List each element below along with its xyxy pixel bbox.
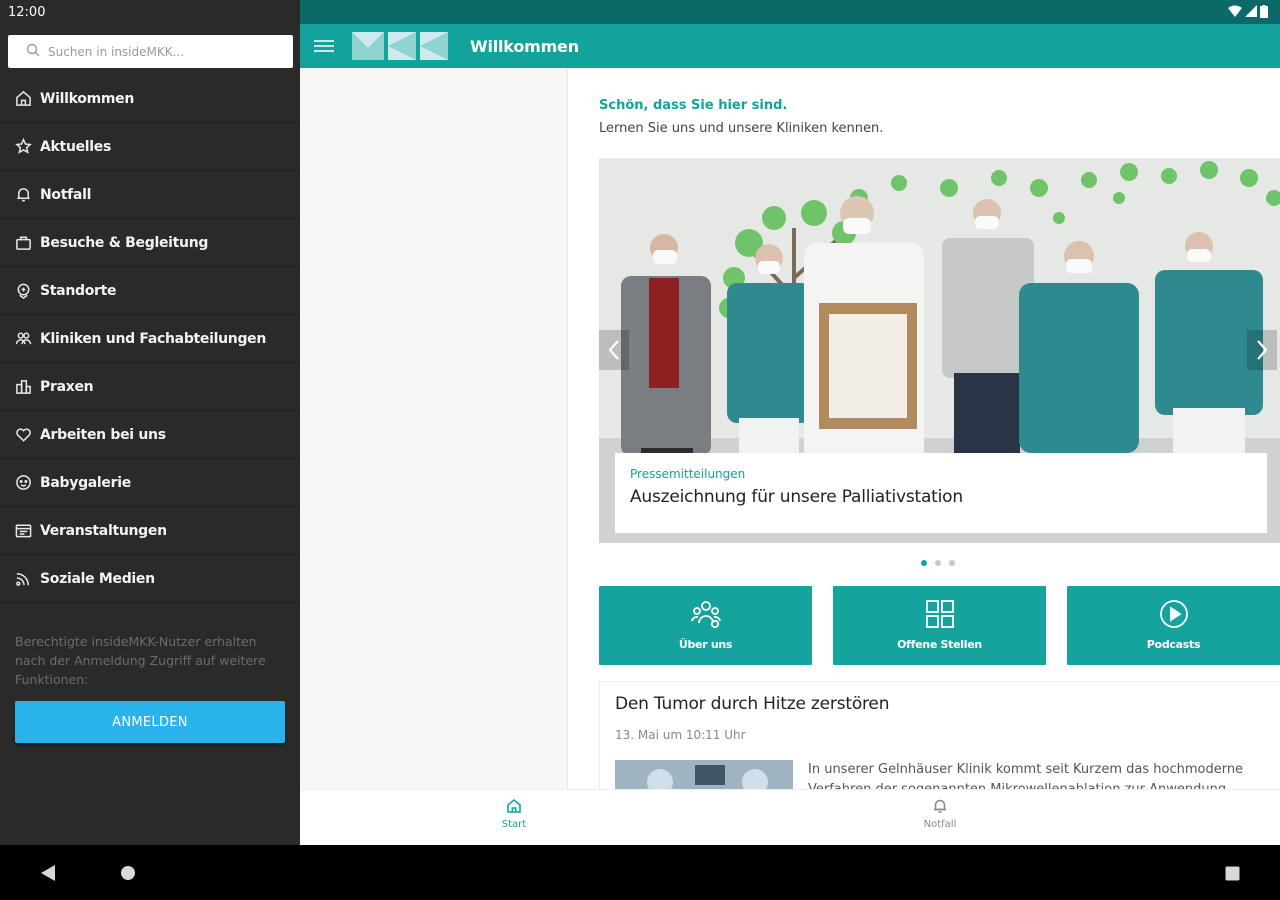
navigation-drawer: 12:00 Willkommen Aktuelles Notfall Besuc… (0, 0, 300, 845)
search-box[interactable] (8, 35, 293, 68)
tile-label: Über uns (678, 638, 733, 651)
heart-icon (14, 426, 32, 444)
bottom-navigation: Start Notfall (300, 789, 1280, 845)
nav-item-label: Standorte (40, 282, 117, 299)
nav-item-label: Kliniken und Fachabteilungen (40, 330, 267, 347)
system-navigation-bar (0, 845, 1280, 900)
news-excerpt: In unserer Gelnhäuser Klinik kommt seit … (808, 762, 1244, 789)
welcome-subline: Lernen Sie uns und unsere Kliniken kenne… (599, 121, 884, 136)
recents-square-icon (1225, 866, 1240, 881)
tile-ueber-uns[interactable]: Über uns (599, 586, 812, 665)
chevron-right-icon (1257, 340, 1268, 360)
status-icons (1228, 5, 1268, 18)
bottom-nav-start[interactable]: Start (474, 798, 554, 830)
nav-item-label: Arbeiten bei uns (40, 426, 166, 443)
carousel-dot[interactable] (949, 560, 955, 566)
about-us-icon (690, 601, 721, 629)
content-area: Schön, dass Sie hier sind. Lernen Sie un… (569, 68, 1280, 789)
news-title: Den Tumor durch Hitze zerstören (615, 694, 890, 714)
app-bar: Willkommen (300, 24, 1280, 68)
battery-icon (1260, 5, 1268, 18)
home-icon (14, 90, 32, 108)
mkk-logo (352, 32, 448, 60)
welcome-headline: Schön, dass Sie hier sind. (599, 98, 788, 113)
chevron-left-icon (608, 340, 619, 360)
page-title: Willkommen (470, 36, 579, 56)
baby-icon (14, 474, 32, 492)
news-thumbnail (615, 760, 793, 789)
nav-item-praxen[interactable]: Praxen (0, 363, 300, 411)
bottom-nav-label: Notfall (923, 819, 957, 830)
location-icon (14, 282, 32, 300)
carousel-dot[interactable] (921, 560, 927, 566)
nav-item-willkommen[interactable]: Willkommen (0, 75, 300, 123)
side-column (300, 68, 568, 789)
nav-item-kliniken[interactable]: Kliniken und Fachabteilungen (0, 315, 300, 363)
nav-item-soziale-medien[interactable]: Soziale Medien (0, 555, 300, 603)
news-card[interactable]: Den Tumor durch Hitze zerstören 13. Mai … (599, 681, 1280, 789)
nav-item-notfall[interactable]: Notfall (0, 171, 300, 219)
home-circle-icon (121, 866, 135, 880)
status-bar-right (300, 0, 1280, 24)
news-carousel[interactable]: Pressemitteilungen Auszeichnung für unse… (599, 158, 1280, 543)
nav-item-label: Babygalerie (40, 474, 131, 491)
status-time: 12:00 (8, 5, 46, 20)
back-button[interactable] (40, 864, 56, 886)
bag-icon (14, 234, 32, 252)
play-icon (1159, 600, 1188, 628)
tile-offene-stellen[interactable]: Offene Stellen (833, 586, 1046, 665)
nav-item-label: Willkommen (40, 90, 135, 107)
nav-item-arbeiten[interactable]: Arbeiten bei uns (0, 411, 300, 459)
carousel-dot[interactable] (935, 560, 941, 566)
group-icon (14, 330, 32, 348)
login-button[interactable]: ANMELDEN (15, 701, 285, 743)
recents-button[interactable] (1225, 866, 1240, 885)
carousel-indicators (921, 560, 955, 566)
nav-item-label: Besuche & Begleitung (40, 234, 209, 251)
nav-item-babygalerie[interactable]: Babygalerie (0, 459, 300, 507)
carousel-category: Pressemitteilungen (630, 467, 746, 481)
back-triangle-icon (41, 865, 55, 881)
social-icon (14, 570, 32, 588)
nav-item-standorte[interactable]: Standorte (0, 267, 300, 315)
search-input[interactable] (48, 44, 278, 59)
bell-icon (934, 799, 946, 813)
tile-label: Podcasts (1146, 638, 1201, 651)
bottom-nav-label: Start (501, 819, 527, 830)
signal-icon (1245, 5, 1257, 17)
star-icon (14, 138, 32, 156)
home-icon (507, 798, 521, 813)
nav-item-label: Notfall (40, 186, 92, 203)
bell-icon (14, 186, 32, 204)
carousel-prev-button[interactable] (599, 330, 629, 370)
building-icon (14, 378, 32, 396)
search-icon (26, 42, 40, 61)
nav-item-label: Soziale Medien (40, 570, 155, 587)
main-area: Willkommen Schön, dass Sie hier sind. Le… (300, 0, 1280, 845)
nav-item-label: Praxen (40, 378, 94, 395)
drawer-info-text: Berechtigte insideMKK-Nutzer erhalten na… (15, 634, 266, 687)
nav-item-aktuelles[interactable]: Aktuelles (0, 123, 300, 171)
tile-podcasts[interactable]: Podcasts (1067, 586, 1280, 665)
nav-item-label: Aktuelles (40, 138, 112, 155)
news-date: 13. Mai um 10:11 Uhr (615, 728, 746, 742)
calendar-icon (14, 522, 32, 540)
drawer-menu: Willkommen Aktuelles Notfall Besuche & B… (0, 75, 300, 603)
nav-item-label: Veranstaltungen (40, 522, 167, 539)
nav-item-besuche[interactable]: Besuche & Begleitung (0, 219, 300, 267)
status-bar-left: 12:00 (0, 0, 300, 25)
tile-label: Offene Stellen (897, 638, 982, 651)
home-button[interactable] (120, 865, 136, 885)
wifi-icon (1228, 5, 1242, 17)
carousel-next-button[interactable] (1247, 330, 1277, 370)
nav-item-veranstaltungen[interactable]: Veranstaltungen (0, 507, 300, 555)
carousel-caption-card[interactable]: Pressemitteilungen Auszeichnung für unse… (615, 453, 1267, 533)
bottom-nav-notfall[interactable]: Notfall (900, 798, 980, 830)
menu-icon[interactable] (314, 37, 334, 55)
carousel-title: Auszeichnung für unsere Palliativstation (630, 487, 963, 507)
grid-icon (925, 600, 954, 628)
